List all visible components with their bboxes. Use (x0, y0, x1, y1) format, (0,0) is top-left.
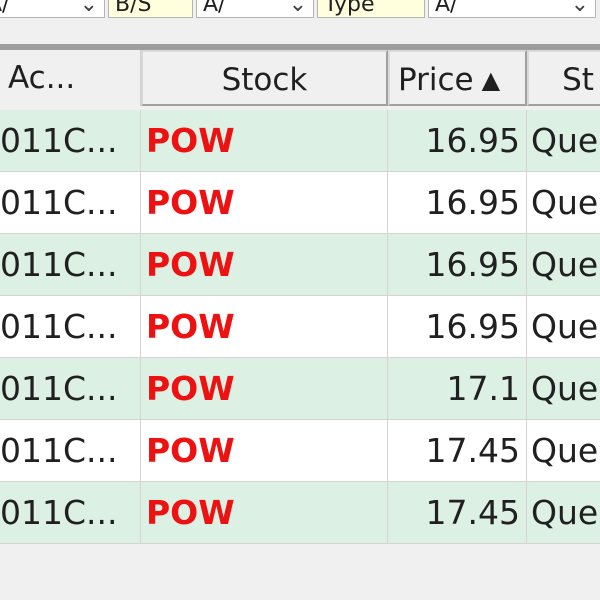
column-header-status-label: St (562, 62, 594, 98)
account-cell: 011C... (0, 234, 141, 295)
column-header-price-label: Price (398, 62, 474, 98)
chevron-down-icon: ⌄ (570, 0, 589, 17)
table-row[interactable]: 011C... POW 17.45 Que (0, 482, 600, 544)
filter-bar: A/ ⌄ B/S A/ ⌄ Type A/ ⌄ (0, 0, 600, 22)
grid-header-row: Ac... Stock Price ▲ St (0, 50, 600, 106)
chevron-down-icon: ⌄ (79, 0, 98, 17)
table-row[interactable]: 011C... POW 16.95 Que (0, 172, 600, 234)
filter-dropdown-2[interactable]: A/ ⌄ (196, 0, 314, 18)
column-header-stock-label: Stock (221, 62, 308, 98)
column-header-stock[interactable]: Stock (141, 50, 388, 106)
table-row[interactable]: 011C... POW 16.95 Que (0, 296, 600, 358)
column-header-status[interactable]: St (527, 50, 600, 106)
account-cell: 011C... (0, 110, 141, 171)
table-row[interactable]: 011C... POW 16.95 Que (0, 110, 600, 172)
column-header-account[interactable]: Ac... (0, 50, 141, 106)
table-row[interactable]: 011C... POW 17.1 Que (0, 358, 600, 420)
status-cell: Que (531, 369, 599, 408)
filter-field-bs-label: B/S (115, 0, 152, 17)
status-cell: Que (531, 493, 599, 532)
account-cell: 011C... (0, 420, 141, 481)
filter-field-bs[interactable]: B/S (108, 0, 193, 18)
stock-cell: POW (141, 482, 388, 543)
price-cell: 17.45 (388, 420, 527, 481)
filter-field-type[interactable]: Type (317, 0, 425, 18)
grid-body: 011C... POW 16.95 Que 011C... POW 16.95 Que 011C… (0, 110, 600, 544)
price-cell: 16.95 (388, 172, 527, 233)
orders-grid: Ac... Stock Price ▲ St 011C... POW 16.95 Que… (0, 44, 600, 600)
column-header-price-wrap: Price ▲ (390, 52, 525, 104)
chevron-down-icon: ⌄ (288, 0, 307, 17)
account-cell: 011C... (0, 358, 141, 419)
stock-cell: POW (141, 358, 388, 419)
stock-cell: POW (141, 296, 388, 357)
price-cell: 16.95 (388, 234, 527, 295)
price-cell: 16.95 (388, 296, 527, 357)
stock-cell: POW (141, 420, 388, 481)
status-cell: Que (531, 431, 599, 470)
filter-field-type-label: Type (324, 0, 375, 17)
stock-cell: POW (141, 172, 388, 233)
status-cell: Que (531, 245, 599, 284)
filter-dropdown-3[interactable]: A/ ⌄ (428, 0, 596, 18)
column-header-account-label: Ac... (8, 60, 76, 96)
price-cell: 17.45 (388, 482, 527, 543)
filter-dropdown-1-label: A/ (0, 0, 10, 17)
filter-dropdown-1[interactable]: A/ ⌄ (0, 0, 105, 18)
stock-cell: POW (141, 234, 388, 295)
status-cell: Que (531, 121, 599, 160)
status-cell: Que (531, 183, 599, 222)
price-cell: 17.1 (388, 358, 527, 419)
filter-dropdown-2-label: A/ (203, 0, 226, 17)
stock-cell: POW (141, 110, 388, 171)
filter-dropdown-3-label: A/ (435, 0, 458, 17)
price-cell: 16.95 (388, 110, 527, 171)
account-cell: 011C... (0, 482, 141, 543)
account-cell: 011C... (0, 296, 141, 357)
account-cell: 011C... (0, 172, 141, 233)
column-header-price[interactable]: Price ▲ (388, 50, 527, 106)
sort-ascending-icon: ▲ (481, 66, 501, 94)
table-row[interactable]: 011C... POW 17.45 Que (0, 420, 600, 482)
table-row[interactable]: 011C... POW 16.95 Que (0, 234, 600, 296)
status-cell: Que (531, 307, 599, 346)
